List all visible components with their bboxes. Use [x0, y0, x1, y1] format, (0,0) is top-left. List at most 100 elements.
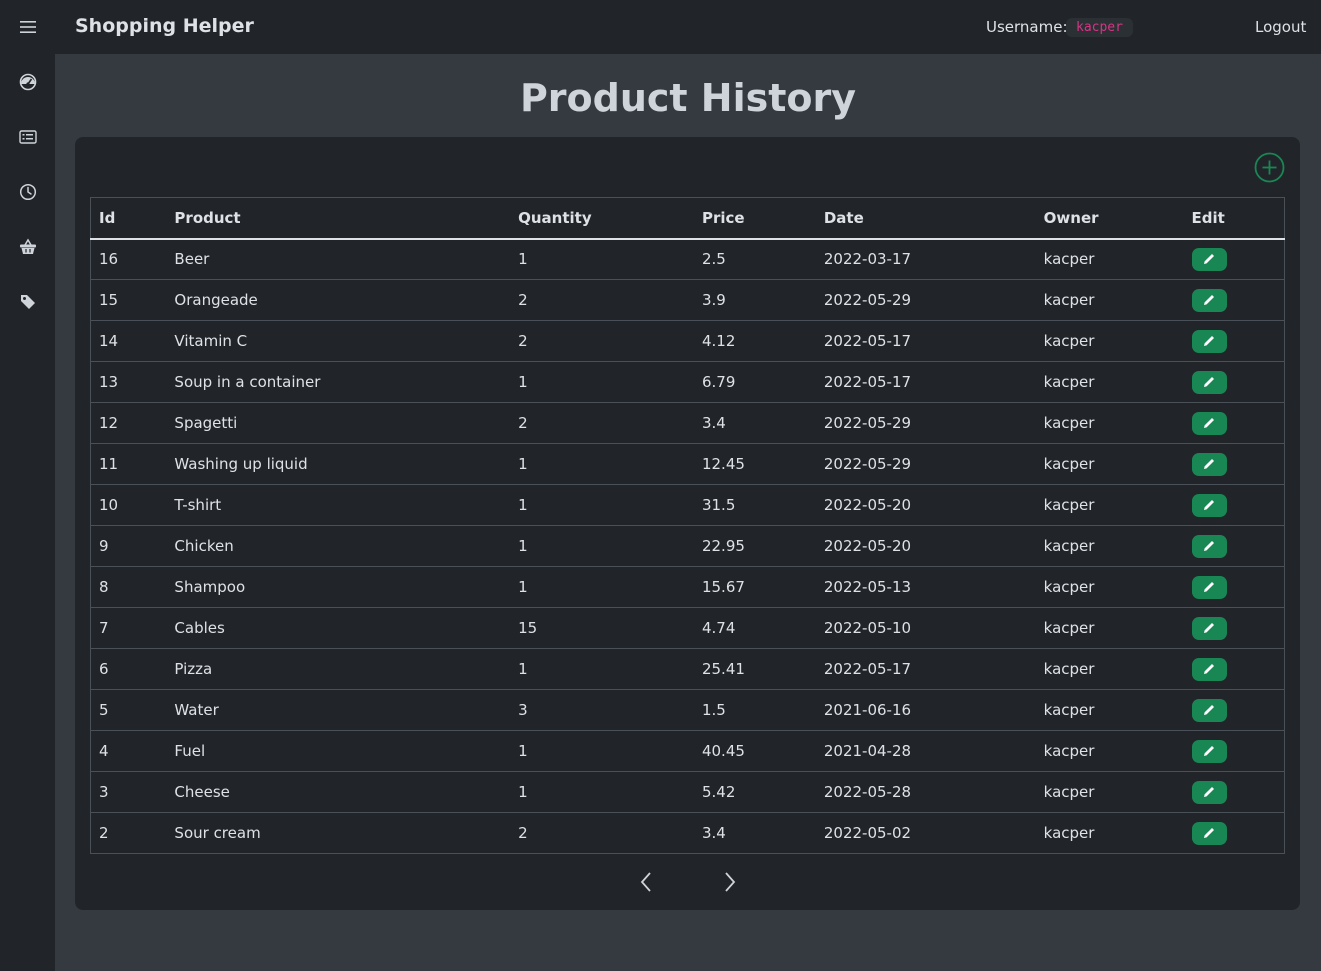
cell-product: Water	[166, 689, 511, 731]
cell-price: 15.67	[693, 566, 816, 608]
edit-button[interactable]	[1191, 616, 1227, 640]
cell-id: 16	[99, 250, 119, 269]
edit-button[interactable]	[1191, 780, 1227, 804]
cell-product: Cables	[166, 607, 511, 649]
history-icon	[19, 183, 36, 201]
table-row: 12 Spagetti 2 3.4 2022-05-29 kacper	[90, 402, 1285, 444]
cell-owner: kacper	[1035, 648, 1184, 690]
pencil-icon	[1204, 787, 1215, 797]
edit-button[interactable]	[1191, 821, 1227, 845]
cell-edit	[1184, 239, 1285, 280]
next-page-button[interactable]	[718, 870, 742, 894]
product-history-table: Id Product Quantity Price Date Owner Edi…	[90, 197, 1285, 854]
cell-price: 6.79	[693, 361, 816, 403]
table-row: 8 Shampoo 1 15.67 2022-05-13 kacper	[90, 566, 1285, 608]
cell-quantity: 1	[518, 250, 528, 269]
cell-product: Beer	[174, 250, 210, 269]
cell-quantity: 2	[510, 402, 694, 444]
cell-id: 3	[90, 771, 167, 813]
cell-date: 2022-05-17	[815, 648, 1036, 690]
column-header-id[interactable]: Id	[90, 197, 167, 240]
cell-edit	[1183, 525, 1285, 567]
table-row: 13 Soup in a container 1 6.79 2022-05-17 kacp…	[90, 361, 1285, 403]
table-row: 3 Cheese 1 5.42 2022-05-28 kacper	[90, 771, 1285, 813]
pencil-icon	[1204, 500, 1215, 510]
table-row: 14 Vitamin C 2 4.12 2022-05-17 kacper	[90, 320, 1285, 362]
cell-price: 4.74	[693, 607, 816, 649]
cell-edit	[1183, 648, 1285, 690]
edit-button[interactable]	[1191, 247, 1227, 271]
edit-button[interactable]	[1191, 698, 1227, 722]
column-header-quantity[interactable]: Quantity	[510, 197, 694, 240]
sidebar-item-list[interactable]	[0, 120, 55, 154]
pencil-icon	[1204, 705, 1215, 715]
previous-page-button[interactable]	[634, 870, 658, 894]
cell-product: Spagetti	[166, 402, 511, 444]
logout-link[interactable]: Logout	[1255, 18, 1306, 36]
cell-quantity: 2	[510, 279, 694, 321]
cell-id: 2	[90, 812, 167, 854]
add-product-button[interactable]	[1254, 152, 1285, 183]
cell-quantity: 1	[510, 361, 694, 403]
table-row: 9 Chicken 1 22.95 2022-05-20 kacper	[90, 525, 1285, 567]
column-header-product[interactable]: Product	[166, 197, 511, 240]
table-row: 16 Beer 1 2.5 2022-03-17 kacper	[91, 239, 1285, 280]
pencil-icon	[1204, 254, 1215, 265]
table-row: 7 Cables 15 4.74 2022-05-10 kacper	[90, 607, 1285, 649]
column-header-owner[interactable]: Owner	[1035, 197, 1184, 240]
pencil-icon	[1204, 664, 1215, 674]
cell-price: 3.9	[693, 279, 816, 321]
edit-button[interactable]	[1191, 739, 1227, 763]
pencil-icon	[1204, 623, 1215, 633]
cell-product: Sour cream	[166, 812, 511, 854]
cell-price: 5.42	[693, 771, 816, 813]
edit-button[interactable]	[1191, 288, 1227, 312]
edit-button[interactable]	[1191, 329, 1227, 353]
sidebar-item-tags[interactable]	[0, 285, 55, 319]
sidebar-item-dashboard[interactable]	[0, 65, 55, 99]
cell-date: 2022-05-17	[815, 361, 1036, 403]
cell-id: 14	[90, 320, 167, 362]
cell-owner: kacper	[1035, 361, 1184, 403]
top-navbar: Shopping Helper Username: kacper Logout	[55, 0, 1321, 54]
edit-button[interactable]	[1191, 493, 1227, 517]
cell-price: 25.41	[693, 648, 816, 690]
cell-quantity: 1	[510, 730, 694, 772]
edit-button[interactable]	[1191, 370, 1227, 394]
cell-edit	[1183, 812, 1285, 854]
edit-button[interactable]	[1191, 534, 1227, 558]
cell-price: 40.45	[693, 730, 816, 772]
column-header-edit: Edit	[1183, 197, 1285, 240]
cell-edit	[1183, 402, 1285, 444]
cell-owner: kacper	[1035, 525, 1184, 567]
edit-button[interactable]	[1191, 411, 1227, 435]
list-icon	[18, 130, 37, 144]
menu-toggle-button[interactable]	[0, 10, 55, 44]
app-title[interactable]: Shopping Helper	[75, 15, 254, 37]
plus-circle-icon	[1254, 152, 1285, 183]
cell-date: 2022-05-29	[815, 443, 1036, 485]
cell-owner: kacper	[1043, 250, 1095, 269]
column-header-price[interactable]: Price	[693, 197, 816, 240]
cell-owner: kacper	[1035, 607, 1184, 649]
cell-owner: kacper	[1035, 730, 1184, 772]
cell-price: 3.4	[693, 812, 816, 854]
cell-product: Vitamin C	[166, 320, 511, 362]
cell-product: Pizza	[166, 648, 511, 690]
sidebar-item-basket[interactable]	[0, 230, 55, 264]
sidebar-item-history[interactable]	[0, 175, 55, 209]
edit-button[interactable]	[1191, 575, 1227, 599]
cell-date: 2022-05-13	[815, 566, 1036, 608]
edit-button[interactable]	[1191, 657, 1227, 681]
cell-id: 11	[90, 443, 167, 485]
cell-owner: kacper	[1035, 279, 1184, 321]
edit-button[interactable]	[1191, 452, 1227, 476]
cell-id: 13	[90, 361, 167, 403]
cell-edit	[1183, 607, 1285, 649]
cell-owner: kacper	[1035, 566, 1184, 608]
cell-date: 2021-06-16	[815, 689, 1036, 731]
column-header-date[interactable]: Date	[815, 197, 1036, 240]
cell-product: Chicken	[166, 525, 511, 567]
cell-date: 2022-05-17	[815, 320, 1036, 362]
cell-quantity: 1	[510, 648, 694, 690]
